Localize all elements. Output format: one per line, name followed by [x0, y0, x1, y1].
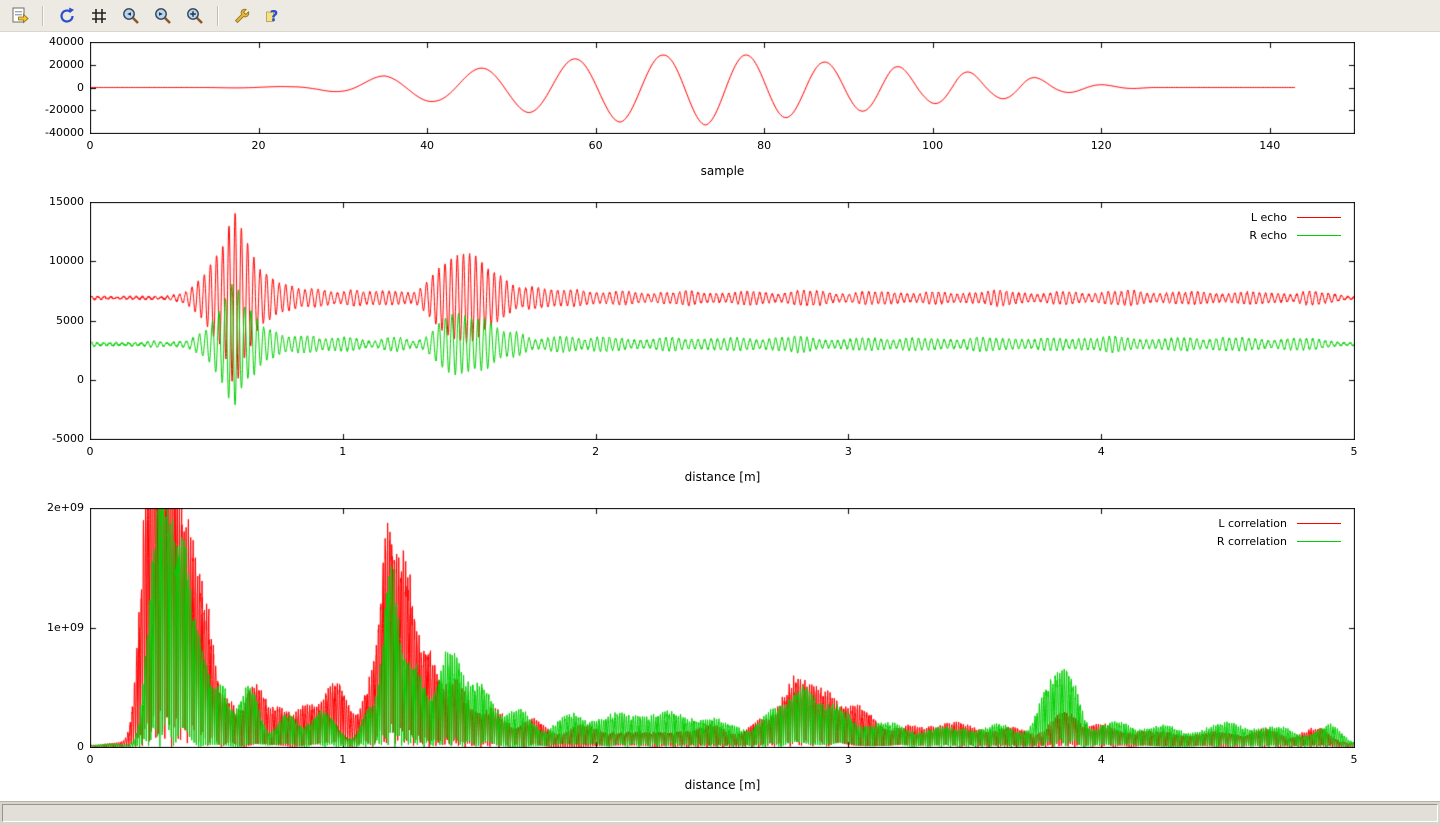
y-tick-label: -40000 [0, 126, 84, 140]
legend-entry: L correlation [1217, 517, 1341, 529]
toolbar-button-copy-to-clipboard[interactable] [6, 2, 33, 29]
plots-region: -40000-2000002000040000 0204060801001201… [0, 32, 1440, 801]
x-tick-label: 140 [1240, 139, 1300, 152]
legend-line-sample [1297, 235, 1341, 236]
zoom-next-icon [153, 6, 173, 26]
grid-icon [89, 6, 109, 26]
x-tick-label: 40 [397, 139, 457, 152]
status-bar [0, 801, 1440, 825]
toolbar-button-zoom-next[interactable] [149, 2, 176, 29]
x-tick-label: 100 [903, 139, 963, 152]
plot-area[interactable] [90, 508, 1355, 748]
x-tick-label: 4 [1071, 753, 1131, 766]
chart-echo: -5000050001000015000 012345 distance [m]… [0, 202, 1440, 492]
legend-line-sample [1297, 541, 1341, 542]
chart-correlation: 01e+092e+09 012345 distance [m] L correl… [0, 508, 1440, 800]
x-tick-label: 0 [60, 139, 120, 152]
refresh-icon [57, 6, 77, 26]
toolbar-separator [217, 6, 219, 26]
y-tick-label: 20000 [0, 58, 84, 72]
toolbar-button-help[interactable]: ? [260, 2, 287, 29]
zoom-previous-icon [121, 6, 141, 26]
x-tick-label: 2 [566, 753, 626, 766]
toolbar: ? [0, 0, 1440, 32]
x-tick-label: 0 [60, 753, 120, 766]
y-tick-label: 0 [0, 81, 84, 95]
wrench-icon [232, 6, 252, 26]
plot-area[interactable] [90, 42, 1355, 134]
x-tick-label: 2 [566, 445, 626, 458]
y-tick-label: 0 [0, 373, 84, 387]
legend-label: L correlation [1218, 517, 1287, 530]
window: ? -40000-2000002000040000 02040608010012… [0, 0, 1440, 825]
toolbar-separator [42, 6, 44, 26]
y-tick-label: 1e+09 [0, 621, 84, 635]
x-axis-label: distance [m] [90, 470, 1355, 484]
status-field [2, 804, 1438, 822]
legend-label: L echo [1251, 211, 1287, 224]
toolbar-button-autoscale[interactable] [181, 2, 208, 29]
x-tick-label: 4 [1071, 445, 1131, 458]
x-axis-label: sample [90, 164, 1355, 178]
y-tick-label: 0 [0, 740, 84, 754]
y-tick-label: -20000 [0, 103, 84, 117]
toolbar-button-zoom-previous[interactable] [117, 2, 144, 29]
y-tick-label: 40000 [0, 35, 84, 49]
x-tick-label: 3 [818, 753, 878, 766]
legend: L correlation R correlation [1217, 517, 1341, 547]
legend-label: R correlation [1217, 535, 1287, 548]
x-tick-label: 1 [313, 753, 373, 766]
toolbar-button-replot[interactable] [53, 2, 80, 29]
legend: L echo R echo [1249, 211, 1341, 241]
legend-label: R echo [1249, 229, 1287, 242]
legend-line-sample [1297, 523, 1341, 524]
plot-area[interactable] [90, 202, 1355, 440]
y-tick-label: -5000 [0, 432, 84, 446]
chart-waveform: -40000-2000002000040000 0204060801001201… [0, 42, 1440, 186]
x-axis-label: distance [m] [90, 778, 1355, 792]
x-tick-label: 120 [1071, 139, 1131, 152]
y-tick-label: 10000 [0, 254, 84, 268]
x-tick-label: 20 [229, 139, 289, 152]
copy-icon [10, 6, 30, 26]
toolbar-button-toggle-grid[interactable] [85, 2, 112, 29]
x-tick-label: 60 [566, 139, 626, 152]
x-tick-label: 1 [313, 445, 373, 458]
x-tick-label: 0 [60, 445, 120, 458]
x-tick-label: 3 [818, 445, 878, 458]
legend-line-sample [1297, 217, 1341, 218]
y-tick-label: 5000 [0, 314, 84, 328]
legend-entry: R echo [1249, 229, 1341, 241]
x-tick-label: 80 [734, 139, 794, 152]
y-tick-label: 15000 [0, 195, 84, 209]
help-icon: ? [264, 6, 284, 26]
y-tick-label: 2e+09 [0, 501, 84, 515]
toolbar-button-configure[interactable] [228, 2, 255, 29]
x-tick-label: 5 [1324, 445, 1384, 458]
x-tick-label: 5 [1324, 753, 1384, 766]
legend-entry: R correlation [1217, 535, 1341, 547]
svg-text:?: ? [269, 7, 278, 25]
autoscale-icon [185, 6, 205, 26]
legend-entry: L echo [1249, 211, 1341, 223]
